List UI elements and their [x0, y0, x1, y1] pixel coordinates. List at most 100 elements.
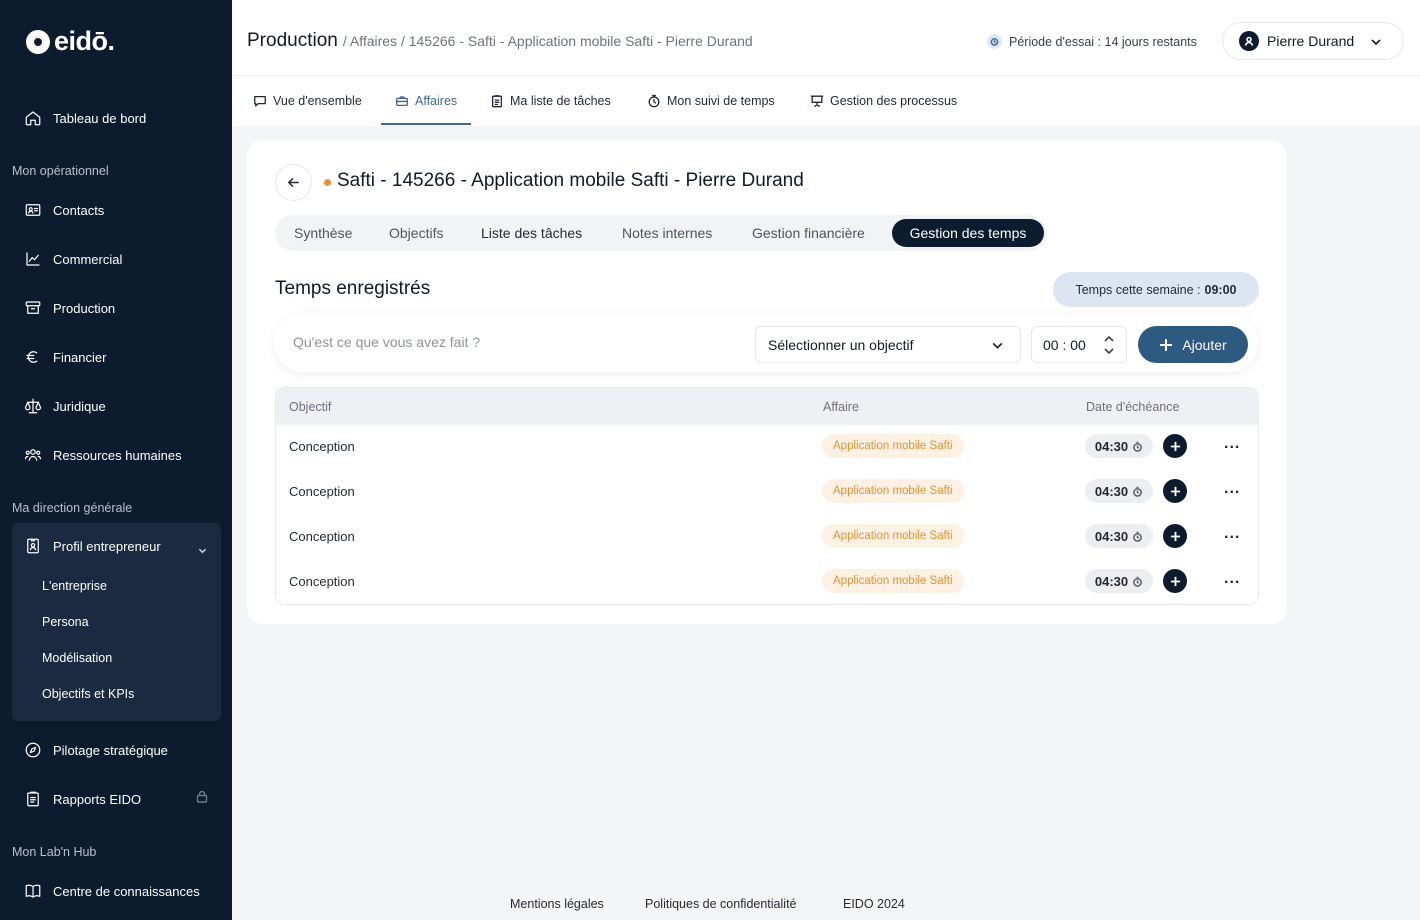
sidebar-item-ressources-humaines[interactable]: Ressources humaines	[24, 444, 182, 466]
column-header-date-echeance: Date d'échéance	[1086, 400, 1180, 414]
sidebar-item-tableau-de-bord[interactable]: Tableau de bord	[24, 107, 146, 129]
duration-stepper[interactable]	[1103, 334, 1115, 356]
section-label-operationnel: Mon opérationnel	[12, 164, 109, 178]
time-entries-table: Objectif Affaire Date d'échéance Concept…	[275, 387, 1259, 605]
chevron-down-icon[interactable]	[198, 542, 207, 554]
trial-text: Période d'essai : 14 jours restants	[1009, 34, 1197, 49]
sidebar-subitem-modelisation[interactable]: Modélisation	[42, 651, 112, 665]
contact-card-icon	[24, 201, 42, 219]
table-header: Objectif Affaire Date d'échéance	[276, 388, 1258, 425]
subtab-synthese[interactable]: Synthèse	[294, 225, 352, 241]
brand-logo[interactable]: eidō.	[26, 26, 115, 57]
sidebar-item-profil-entrepreneur[interactable]: Profil entrepreneur	[24, 535, 161, 557]
tab-label: Affaires	[415, 94, 458, 108]
footer-link-mentions-legales[interactable]: Mentions légales	[510, 897, 604, 911]
breadcrumb-path[interactable]: / Affaires / 145266 - Safti - Applicatio…	[343, 33, 753, 49]
stopwatch-icon	[1133, 531, 1142, 542]
tab-vue-ensemble[interactable]: Vue d'ensemble	[253, 94, 362, 108]
more-options-icon[interactable]: ...	[1224, 436, 1240, 452]
brand-name: eidō.	[54, 26, 115, 56]
sidebar-subitem-objectifs-kpis[interactable]: Objectifs et KPIs	[42, 687, 134, 701]
row-time: 04:30	[1094, 438, 1129, 454]
time-pill: 04:30	[1085, 524, 1153, 548]
top-header: Production / Affaires / 145266 - Safti -…	[232, 0, 1420, 76]
affaire-tag: Application mobile Safti	[822, 524, 964, 548]
lock-icon	[196, 790, 208, 803]
sidebar-item-pilotage-strategique[interactable]: Pilotage stratégique	[24, 739, 168, 761]
activity-description-input[interactable]	[293, 334, 733, 350]
row-objectif: Conception	[289, 574, 355, 589]
week-time-value: 09:00	[1204, 282, 1237, 297]
column-header-affaire: Affaire	[823, 400, 859, 414]
subtab-gestion-financiere[interactable]: Gestion financière	[752, 225, 865, 241]
sidebar-subitem-entreprise[interactable]: L'entreprise	[42, 579, 107, 593]
submenu-profil-entrepreneur: Profil entrepreneur L'entreprise Persona…	[12, 523, 221, 721]
add-time-button[interactable]: Ajouter	[1138, 326, 1248, 363]
stopwatch-icon	[1133, 486, 1142, 497]
footer-link-confidentialite[interactable]: Politiques de confidentialité	[645, 897, 797, 911]
sidebar-subitem-persona[interactable]: Persona	[42, 615, 89, 629]
duration-input[interactable]: 00 : 00	[1031, 326, 1127, 363]
subtab-notes-internes[interactable]: Notes internes	[622, 225, 712, 241]
table-row[interactable]: Conception Application mobile Safti 04:3…	[276, 560, 1258, 604]
table-row[interactable]: Conception Application mobile Safti 04:3…	[276, 515, 1258, 560]
tab-mon-suivi-temps[interactable]: Mon suivi de temps	[647, 94, 775, 108]
clipboard-list-icon	[491, 95, 503, 108]
affaire-tag: Application mobile Safti	[822, 479, 964, 503]
logo-mark-icon	[26, 29, 50, 54]
add-time-row-button[interactable]	[1163, 569, 1187, 593]
sidebar-item-rapports-eido[interactable]: Rapports EIDO	[24, 788, 141, 810]
sidebar-item-juridique[interactable]: Juridique	[24, 395, 106, 417]
table-row[interactable]: Conception Application mobile Safti 04:3…	[276, 470, 1258, 515]
duration-value: 00 : 00	[1043, 336, 1086, 353]
sidebar-item-label: Rapports EIDO	[53, 791, 142, 807]
id-badge-icon	[24, 537, 42, 555]
more-options-icon[interactable]: ...	[1224, 526, 1240, 542]
sidebar-item-contacts[interactable]: Contacts	[24, 199, 104, 221]
sidebar-item-commercial[interactable]: Commercial	[24, 248, 122, 270]
status-dot	[324, 179, 331, 186]
sidebar-item-label: Profil entrepreneur	[53, 538, 161, 554]
home-icon	[24, 109, 42, 127]
page-title: Safti - 145266 - Application mobile Saft…	[337, 170, 804, 191]
chevron-up-icon[interactable]	[1103, 334, 1115, 343]
tab-affaires[interactable]: Affaires	[395, 94, 457, 108]
time-entry-form: Sélectionner un objectif 00 : 00 Ajouter	[274, 314, 1258, 372]
add-time-row-button[interactable]	[1163, 479, 1187, 503]
add-time-row-button[interactable]	[1163, 524, 1187, 548]
sidebar-item-production[interactable]: Production	[24, 297, 115, 319]
more-options-icon[interactable]: ...	[1224, 481, 1240, 497]
sidebar-item-label: Pilotage stratégique	[53, 742, 168, 758]
table-row[interactable]: Conception Application mobile Safti 04:3…	[276, 425, 1258, 470]
sidebar-item-label: Contacts	[53, 202, 105, 218]
footer-copyright: EIDO 2024	[843, 897, 905, 911]
breadcrumb-current-section[interactable]: Production	[247, 30, 338, 52]
subtab-liste-taches[interactable]: Liste des tâches	[481, 225, 582, 241]
plus-icon	[1160, 338, 1173, 351]
back-button[interactable]	[275, 164, 312, 201]
stopwatch-icon	[648, 94, 660, 108]
euro-icon	[24, 348, 42, 366]
sidebar-item-financier[interactable]: Financier	[24, 346, 106, 368]
subtab-gestion-temps[interactable]: Gestion des temps	[892, 219, 1044, 247]
tab-label: Vue d'ensemble	[273, 94, 362, 108]
book-icon	[24, 882, 42, 900]
tab-gestion-processus[interactable]: Gestion des processus	[810, 94, 957, 108]
active-tab-indicator	[381, 123, 471, 125]
presentation-icon	[810, 95, 824, 107]
tab-ma-liste-taches[interactable]: Ma liste de tâches	[490, 94, 611, 108]
affaire-tag: Application mobile Safti	[822, 434, 964, 458]
chevron-down-icon[interactable]	[1103, 347, 1115, 356]
chat-icon	[254, 95, 266, 107]
sidebar: eidō. Tableau de bord Mon opérationnel C…	[0, 0, 232, 920]
chart-line-icon	[24, 250, 42, 268]
team-icon	[24, 446, 42, 464]
sidebar-item-centre-connaissances[interactable]: Centre de connaissances	[24, 880, 200, 902]
row-time: 04:30	[1094, 483, 1129, 499]
subtab-objectifs[interactable]: Objectifs	[389, 225, 443, 241]
more-options-icon[interactable]: ...	[1224, 571, 1240, 587]
objective-select[interactable]: Sélectionner un objectif	[755, 326, 1021, 363]
add-time-row-button[interactable]	[1163, 434, 1187, 458]
tab-label: Mon suivi de temps	[667, 94, 775, 108]
user-menu-button[interactable]: Pierre Durand	[1222, 22, 1404, 60]
